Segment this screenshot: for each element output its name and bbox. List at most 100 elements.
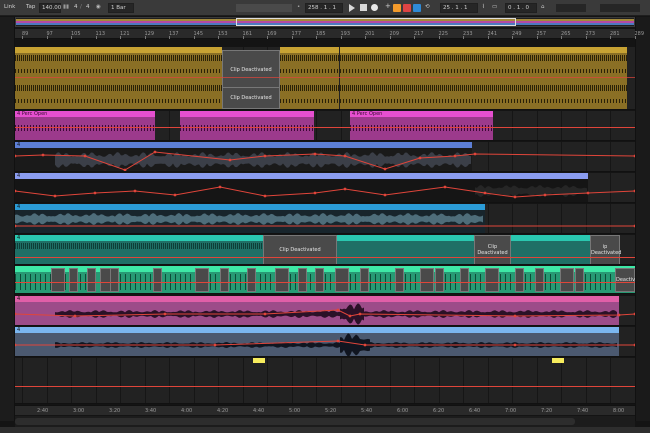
clip-deactivated[interactable]: Clip Deactivated	[222, 87, 280, 109]
clip-deactivated[interactable]	[395, 268, 404, 292]
position-field[interactable]: 258 . 1 . 1	[305, 3, 343, 13]
clip-deactivated[interactable]	[87, 268, 96, 292]
clip-deactivated[interactable]: Clip Deactivated	[474, 235, 511, 264]
automation-envelope[interactable]	[15, 327, 635, 357]
nudge-icon[interactable]: ▮▮	[63, 4, 69, 10]
clip-deactivated[interactable]	[360, 268, 369, 292]
automation-point	[313, 191, 317, 195]
clip-deactivated[interactable]	[460, 268, 469, 292]
horizontal-scrollbar[interactable]	[15, 416, 635, 427]
midi-clip[interactable]	[15, 47, 222, 109]
midi-clip[interactable]: 4 Perc Open	[15, 111, 155, 140]
audio-clip[interactable]	[337, 235, 474, 264]
beat-ruler[interactable]: 89 97 105 113 121 129 137 145 153 161 169 177 185 193…	[15, 29, 644, 39]
clip-deactivated[interactable]	[535, 268, 544, 292]
metronome-icon[interactable]: ◉	[96, 4, 101, 10]
loop-length-field[interactable]: 0 . 1 . 0	[505, 3, 537, 13]
automation-envelope[interactable]	[15, 296, 635, 326]
add-icon[interactable]: +	[385, 2, 391, 10]
clip-marker[interactable]	[253, 358, 265, 363]
audio-clip[interactable]: 4	[15, 235, 263, 264]
clip-marker[interactable]	[552, 358, 564, 363]
bar-tick	[561, 36, 562, 39]
bar-tick	[365, 36, 366, 39]
clip-deactivated[interactable]: ip Deactivated	[590, 235, 621, 264]
track-lane-2[interactable]: 4 Perc Open 4 Perc Open	[15, 111, 635, 141]
bar-tick	[95, 36, 97, 39]
clip-deactivated[interactable]	[575, 268, 584, 292]
record-icon[interactable]	[371, 4, 378, 11]
stop-icon[interactable]	[360, 4, 367, 11]
key-icon[interactable]: ⌂	[541, 4, 545, 10]
track-lane-1[interactable]: Clip Deactivated Clip Deactivated	[15, 47, 635, 110]
midi-notes	[340, 69, 627, 73]
clip-deactivated[interactable]	[335, 268, 349, 292]
track-lane-5[interactable]: 4	[15, 204, 635, 234]
midi-clip[interactable]: 4 Perc Open	[350, 111, 493, 140]
automation-point	[383, 167, 387, 171]
time-ruler[interactable]: 2:40 3:00 3:20 3:40 4:00 4:20 4:40 5:00 5:20 5:40…	[15, 405, 635, 415]
arrangement-overview[interactable]	[15, 17, 635, 27]
clip-deactivated[interactable]	[220, 268, 229, 292]
automation-arm-icon[interactable]	[393, 4, 401, 12]
track-lane-10[interactable]	[15, 358, 635, 404]
sig-denominator[interactable]: 4	[86, 4, 90, 10]
key-map-icon[interactable]: ▭	[492, 4, 497, 10]
automation-point	[153, 150, 157, 154]
bar-tick	[291, 36, 293, 39]
bar-number: 233	[463, 31, 473, 37]
track-lane-7[interactable]: Deactiv	[15, 266, 635, 294]
loop-icon[interactable]: ⟲	[425, 4, 430, 10]
follow-icon[interactable]: •	[297, 4, 300, 10]
clip-deactivated[interactable]	[315, 268, 324, 292]
automation-envelope[interactable]	[15, 204, 635, 234]
clip-deactivated[interactable]: Deactiv	[615, 268, 635, 292]
grid-line	[242, 358, 244, 403]
clip-deactivated[interactable]	[247, 268, 256, 292]
clip-deactivated[interactable]: Clip Deactivated	[263, 235, 337, 264]
clip-deactivated[interactable]: Clip Deactivated	[222, 50, 280, 90]
grid-line	[340, 111, 342, 140]
clip-deactivated[interactable]	[51, 268, 65, 292]
play-icon[interactable]	[349, 4, 355, 12]
right-strip	[635, 17, 650, 421]
clip-deactivated[interactable]	[435, 268, 444, 292]
track-lane-3[interactable]: 4	[15, 142, 635, 172]
time-label: 4:40	[253, 408, 265, 414]
automation-envelope[interactable]	[15, 173, 635, 203]
midi-clip[interactable]	[340, 47, 627, 109]
clip-deactivated[interactable]	[485, 268, 499, 292]
tempo-field[interactable]: 140.00	[39, 3, 61, 13]
clip-deactivated[interactable]	[515, 268, 524, 292]
waveform	[55, 303, 617, 325]
midi-clip[interactable]	[180, 111, 314, 140]
clip-deactivated[interactable]	[275, 268, 289, 292]
track-lane-6[interactable]: 4 Clip Deactivated Clip Deactivated ip Deac…	[15, 235, 635, 265]
clip-deactivated[interactable]	[420, 268, 434, 292]
link-button[interactable]: Link	[4, 4, 15, 10]
track-lane-4[interactable]: 4	[15, 173, 635, 203]
clip-deactivated[interactable]	[153, 268, 162, 292]
quantize-select[interactable]: 1 Bar	[108, 3, 134, 13]
clip-deactivated[interactable]	[560, 268, 574, 292]
midi-clip[interactable]	[280, 47, 339, 109]
automation-record-icon[interactable]	[403, 4, 411, 12]
session-record-icon[interactable]	[413, 4, 421, 12]
clip-deactivated[interactable]	[298, 268, 307, 292]
loop-start-field[interactable]: 25 . 1 . 1	[440, 3, 478, 13]
automation-point	[543, 193, 547, 197]
grid-line	[634, 358, 635, 403]
midi-notes	[280, 85, 339, 91]
midi-notes	[15, 125, 155, 131]
scrollbar-thumb[interactable]	[15, 418, 575, 425]
sig-numerator[interactable]: 4	[74, 4, 78, 10]
tap-button[interactable]: Tap	[26, 4, 35, 10]
automation-envelope[interactable]	[15, 142, 635, 172]
clip-deactivated[interactable]	[69, 268, 78, 292]
draw-icon[interactable]: ⌇	[482, 4, 485, 10]
track-lane-8[interactable]: 4	[15, 296, 635, 326]
clip-deactivated[interactable]	[195, 268, 209, 292]
track-lane-9[interactable]: 4	[15, 327, 635, 357]
clip-deactivated[interactable]	[110, 268, 119, 292]
bar-tick	[22, 36, 23, 39]
